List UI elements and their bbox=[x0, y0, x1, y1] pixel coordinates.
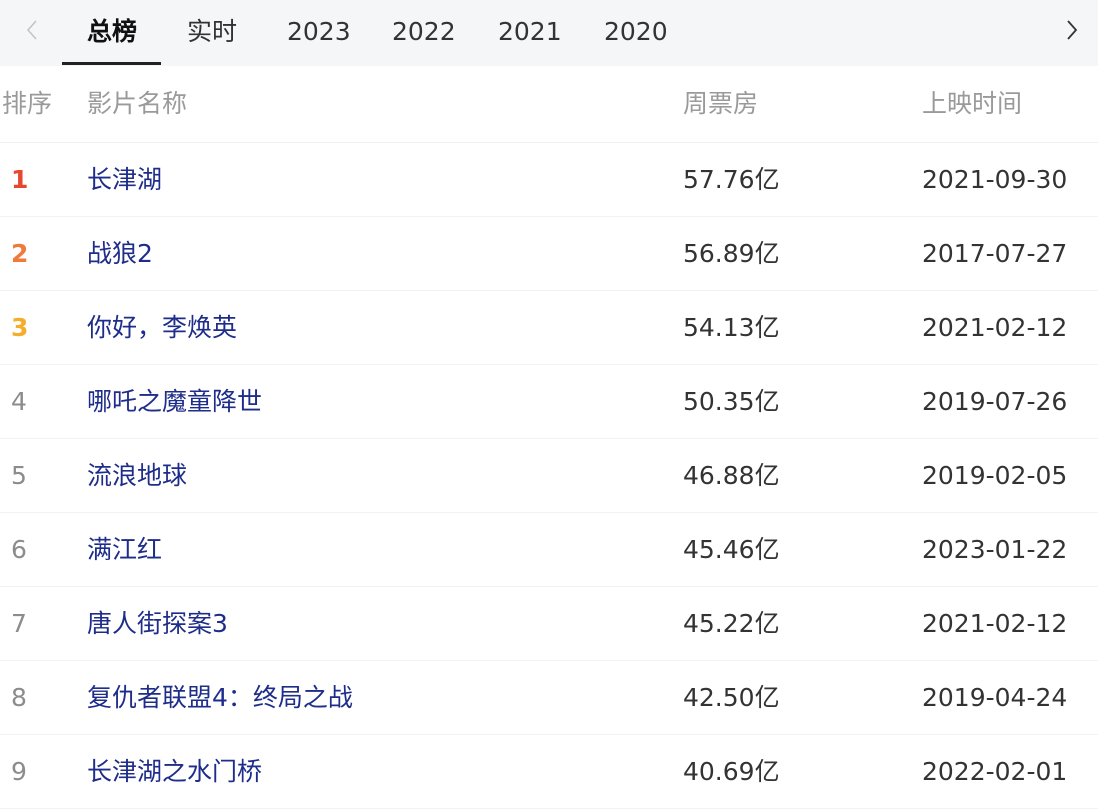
box-office-value: 50.35亿 bbox=[683, 387, 780, 416]
header-rank: 排序 bbox=[2, 89, 53, 118]
movie-name-link[interactable]: 唐人街探案3 bbox=[87, 587, 228, 660]
tab-realtime[interactable]: 实时 bbox=[187, 0, 237, 65]
box-office-value: 45.22亿 bbox=[683, 609, 780, 638]
tab-2023[interactable]: 2023 bbox=[287, 0, 351, 65]
box-office-value: 54.13亿 bbox=[683, 313, 780, 342]
movie-name-link[interactable]: 长津湖之水门桥 bbox=[87, 735, 262, 808]
release-date: 2019-07-26 bbox=[922, 387, 1068, 416]
table-row[interactable]: 5 流浪地球 46.88亿 2019-02-05 bbox=[0, 439, 1098, 513]
header-release-date: 上映时间 bbox=[922, 89, 1023, 118]
rank-number: 4 bbox=[11, 387, 27, 416]
rank-number: 9 bbox=[11, 757, 27, 786]
rank-number: 6 bbox=[11, 535, 27, 564]
movie-name-link[interactable]: 长津湖 bbox=[87, 143, 162, 216]
release-date: 2023-01-22 bbox=[922, 535, 1068, 564]
movie-name-link[interactable]: 满江红 bbox=[87, 513, 162, 586]
header-movie-name: 影片名称 bbox=[87, 89, 188, 118]
tab-2022[interactable]: 2022 bbox=[392, 0, 456, 65]
rank-number: 8 bbox=[11, 683, 27, 712]
prev-tab-button[interactable] bbox=[17, 14, 47, 50]
table-row[interactable]: 8 复仇者联盟4：终局之战 42.50亿 2019-04-24 bbox=[0, 661, 1098, 735]
box-office-value: 56.89亿 bbox=[683, 239, 780, 268]
box-office-value: 42.50亿 bbox=[683, 683, 780, 712]
header-box-office: 周票房 bbox=[683, 89, 759, 118]
rank-number: 2 bbox=[11, 239, 29, 268]
tab-bar: 总榜 实时 2023 2022 2021 2020 bbox=[0, 0, 1098, 67]
movie-name-link[interactable]: 复仇者联盟4：终局之战 bbox=[87, 661, 353, 734]
release-date: 2019-04-24 bbox=[922, 683, 1068, 712]
movie-name-link[interactable]: 哪吒之魔童降世 bbox=[87, 365, 262, 438]
next-tab-button[interactable] bbox=[1057, 14, 1087, 50]
tab-all-time[interactable]: 总榜 bbox=[87, 0, 137, 65]
chevron-left-icon bbox=[25, 19, 39, 45]
release-date: 2019-02-05 bbox=[922, 461, 1068, 490]
table-row[interactable]: 7 唐人街探案3 45.22亿 2021-02-12 bbox=[0, 587, 1098, 661]
movie-name-link[interactable]: 战狼2 bbox=[87, 217, 153, 290]
tab-2021[interactable]: 2021 bbox=[498, 0, 562, 65]
table-row[interactable]: 4 哪吒之魔童降世 50.35亿 2019-07-26 bbox=[0, 365, 1098, 439]
release-date: 2021-02-12 bbox=[922, 313, 1068, 342]
table-row[interactable]: 9 长津湖之水门桥 40.69亿 2022-02-01 bbox=[0, 735, 1098, 809]
rank-number: 3 bbox=[11, 313, 29, 342]
table-row[interactable]: 6 满江红 45.46亿 2023-01-22 bbox=[0, 513, 1098, 587]
box-office-value: 46.88亿 bbox=[683, 461, 780, 490]
table-row[interactable]: 2 战狼2 56.89亿 2017-07-27 bbox=[0, 217, 1098, 291]
chevron-right-icon bbox=[1065, 19, 1079, 45]
movie-name-link[interactable]: 你好，李焕英 bbox=[87, 291, 237, 364]
box-office-value: 40.69亿 bbox=[683, 757, 780, 786]
table-row[interactable]: 3 你好，李焕英 54.13亿 2021-02-12 bbox=[0, 291, 1098, 365]
table-header: 排序 影片名称 周票房 上映时间 bbox=[0, 66, 1098, 143]
release-date: 2021-09-30 bbox=[922, 165, 1068, 194]
tab-2020[interactable]: 2020 bbox=[604, 0, 668, 65]
rank-number: 5 bbox=[11, 461, 27, 490]
release-date: 2017-07-27 bbox=[922, 239, 1068, 268]
release-date: 2021-02-12 bbox=[922, 609, 1068, 638]
active-tab-indicator bbox=[62, 62, 161, 65]
rank-number: 7 bbox=[11, 609, 27, 638]
release-date: 2022-02-01 bbox=[922, 757, 1068, 786]
box-office-value: 45.46亿 bbox=[683, 535, 780, 564]
table-row[interactable]: 1 长津湖 57.76亿 2021-09-30 bbox=[0, 143, 1098, 217]
box-office-ranking: 总榜 实时 2023 2022 2021 2020 排序 影片名称 周票房 上映… bbox=[0, 0, 1098, 811]
movie-name-link[interactable]: 流浪地球 bbox=[87, 439, 187, 512]
box-office-value: 57.76亿 bbox=[683, 165, 780, 194]
rank-number: 1 bbox=[11, 165, 29, 194]
